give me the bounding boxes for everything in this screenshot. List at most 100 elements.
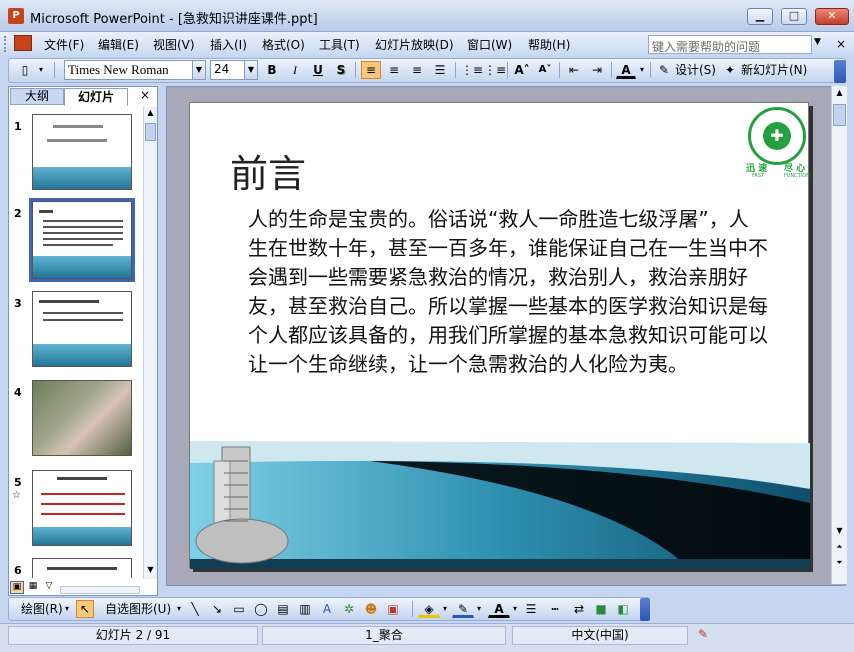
scroll-up-icon[interactable]: ▲ bbox=[833, 88, 846, 100]
decrease-font-icon[interactable]: A˅ bbox=[535, 61, 555, 79]
slide-thumbnail-5[interactable] bbox=[32, 470, 132, 546]
tab-outline[interactable]: 大纲 bbox=[10, 88, 64, 105]
3d-style-icon[interactable]: ◧ bbox=[614, 600, 632, 618]
design-button[interactable]: 设计(S) bbox=[674, 61, 718, 79]
arrow-tool-icon[interactable]: ↘ bbox=[208, 600, 226, 618]
menu-slideshow[interactable]: 幻灯片放映(D) bbox=[375, 36, 454, 53]
line-color-dropdown-icon[interactable]: ▾ bbox=[474, 600, 484, 618]
align-left-button[interactable]: ≡ bbox=[361, 61, 381, 79]
menu-view[interactable]: 视图(V) bbox=[153, 36, 195, 53]
numbering-icon[interactable]: ⋮≡ bbox=[460, 61, 483, 79]
normal-view-icon[interactable]: ▣ bbox=[10, 581, 24, 594]
bullets-icon[interactable]: ⋮≡ bbox=[483, 61, 506, 79]
select-pointer-icon[interactable]: ↖ bbox=[76, 600, 94, 618]
toolbar-overflow-button[interactable] bbox=[834, 60, 846, 83]
menu-grip[interactable] bbox=[4, 36, 7, 52]
decrease-indent-icon[interactable]: ⇤ bbox=[564, 61, 584, 79]
italic-button[interactable]: I bbox=[286, 61, 304, 79]
clipart-icon[interactable]: ☻ bbox=[362, 600, 380, 618]
slide-thumbnail-1[interactable] bbox=[32, 114, 132, 190]
font-family-dropdown-icon[interactable]: ▼ bbox=[192, 60, 206, 80]
slide-scrollbar[interactable]: ▲ ▼ ⏶ ⏷ bbox=[831, 86, 847, 584]
thumb-line bbox=[41, 503, 125, 505]
slides-pane-scrollbar[interactable]: ▲ ▼ bbox=[143, 107, 157, 579]
align-right-button[interactable]: ≡ bbox=[407, 61, 427, 79]
slide-thumbnail-4[interactable] bbox=[32, 380, 132, 456]
dash-style-icon[interactable]: ┅ bbox=[546, 600, 564, 618]
maximize-button[interactable]: □ bbox=[781, 8, 807, 25]
fill-color-dropdown-icon[interactable]: ▾ bbox=[440, 600, 450, 618]
new-slide-button[interactable]: 新幻灯片(N) bbox=[740, 61, 820, 79]
scroll-down-icon[interactable]: ▼ bbox=[833, 526, 846, 538]
vertical-textbox-icon[interactable]: ▥ bbox=[296, 600, 314, 618]
help-search-input[interactable]: 键入需要帮助的问题 bbox=[648, 35, 812, 54]
rectangle-tool-icon[interactable]: ▭ bbox=[230, 600, 248, 618]
font-family-select[interactable]: Times New Roman bbox=[64, 60, 194, 80]
increase-font-icon[interactable]: A˄ bbox=[512, 61, 532, 79]
diagram-icon[interactable]: ✲ bbox=[340, 600, 358, 618]
font-color-draw-dropdown-icon[interactable]: ▾ bbox=[510, 600, 520, 618]
spelling-check-icon[interactable]: ✎ bbox=[698, 627, 718, 643]
menu-edit[interactable]: 编辑(E) bbox=[98, 36, 139, 53]
toolbar-options-icon[interactable]: ▾ bbox=[36, 61, 46, 79]
slide-canvas[interactable]: 前言 人的生命是宝贵的。俗话说“救人一命胜造七级浮屠”，人生在世数十年，甚至一百… bbox=[189, 102, 810, 569]
design-icon: ✎ bbox=[658, 63, 670, 77]
horizontal-scrollbar[interactable] bbox=[60, 586, 140, 594]
close-button[interactable]: ✕ bbox=[815, 8, 849, 25]
slide-sorter-icon[interactable]: ▦ bbox=[26, 581, 40, 594]
font-color-dropdown-icon[interactable]: ▾ bbox=[637, 61, 647, 79]
draw-menu-dropdown-icon[interactable]: ▾ bbox=[62, 600, 72, 618]
font-color-draw-icon[interactable]: A bbox=[488, 600, 510, 618]
slide-body-text[interactable]: 人的生命是宝贵的。俗话说“救人一命胜造七级浮屠”，人生在世数十年，甚至一百多年，… bbox=[248, 205, 768, 379]
fill-color-icon[interactable]: ◈ bbox=[418, 600, 440, 618]
tab-slides[interactable]: 幻灯片 bbox=[64, 88, 128, 106]
increase-indent-icon[interactable]: ⇥ bbox=[587, 61, 607, 79]
bold-button[interactable]: B bbox=[263, 61, 281, 79]
line-tool-icon[interactable]: ╲ bbox=[186, 600, 204, 618]
help-dropdown-icon[interactable]: ▼ bbox=[814, 37, 821, 47]
slideshow-icon[interactable]: ▽ bbox=[42, 581, 56, 594]
line-style-icon[interactable]: ☰ bbox=[522, 600, 540, 618]
pane-close-button[interactable]: × bbox=[140, 88, 150, 102]
document-icon[interactable] bbox=[14, 35, 32, 51]
shadow-style-icon[interactable]: ■ bbox=[592, 600, 610, 618]
menu-format[interactable]: 格式(O) bbox=[262, 36, 305, 53]
scroll-thumb[interactable] bbox=[145, 123, 156, 141]
font-color-icon[interactable]: A bbox=[616, 61, 636, 79]
slide-thumbnail-6[interactable] bbox=[32, 558, 132, 578]
next-slide-icon[interactable]: ⏷ bbox=[833, 558, 846, 570]
underline-button[interactable]: U bbox=[309, 61, 327, 79]
scroll-thumb[interactable] bbox=[833, 104, 846, 126]
font-size-select[interactable]: 24 bbox=[210, 60, 246, 80]
autoshapes-dropdown-icon[interactable]: ▾ bbox=[174, 600, 184, 618]
justify-button[interactable]: ☰ bbox=[430, 61, 450, 79]
shadow-button[interactable]: S bbox=[332, 61, 350, 79]
menu-window[interactable]: 窗口(W) bbox=[467, 36, 512, 53]
menu-insert[interactable]: 插入(I) bbox=[210, 36, 247, 53]
hospital-building-image bbox=[195, 446, 289, 564]
font-size-dropdown-icon[interactable]: ▼ bbox=[244, 60, 258, 80]
new-document-icon[interactable]: ▯ bbox=[16, 61, 34, 79]
textbox-tool-icon[interactable]: ▤ bbox=[274, 600, 292, 618]
menu-file[interactable]: 文件(F) bbox=[44, 36, 84, 53]
scroll-down-icon[interactable]: ▼ bbox=[145, 565, 156, 577]
menu-tools[interactable]: 工具(T) bbox=[319, 36, 360, 53]
align-center-button[interactable]: ≡ bbox=[384, 61, 404, 79]
doc-close-icon[interactable]: × bbox=[836, 37, 846, 51]
drawbar-overflow-button[interactable] bbox=[640, 598, 650, 621]
slide-title[interactable]: 前言 bbox=[230, 143, 306, 198]
autoshapes-button[interactable]: 自选图形(U) bbox=[104, 600, 176, 618]
menu-help[interactable]: 帮助(H) bbox=[528, 36, 570, 53]
arrow-style-icon[interactable]: ⇄ bbox=[570, 600, 588, 618]
oval-tool-icon[interactable]: ◯ bbox=[252, 600, 270, 618]
wordart-icon[interactable]: A bbox=[318, 600, 336, 618]
scroll-up-icon[interactable]: ▲ bbox=[145, 108, 156, 120]
picture-icon[interactable]: ▣ bbox=[384, 600, 402, 618]
minimize-button[interactable]: ▁ bbox=[747, 8, 773, 25]
powerpoint-icon[interactable]: P bbox=[8, 8, 24, 24]
slide-thumbnail-3[interactable] bbox=[32, 291, 132, 367]
line-color-icon[interactable]: ✎ bbox=[452, 600, 474, 618]
previous-slide-icon[interactable]: ⏶ bbox=[833, 542, 846, 554]
slide-thumbnail-2[interactable] bbox=[29, 198, 135, 282]
menu-bar: 文件(F) 编辑(E) 视图(V) 插入(I) 格式(O) 工具(T) 幻灯片放… bbox=[0, 32, 854, 56]
